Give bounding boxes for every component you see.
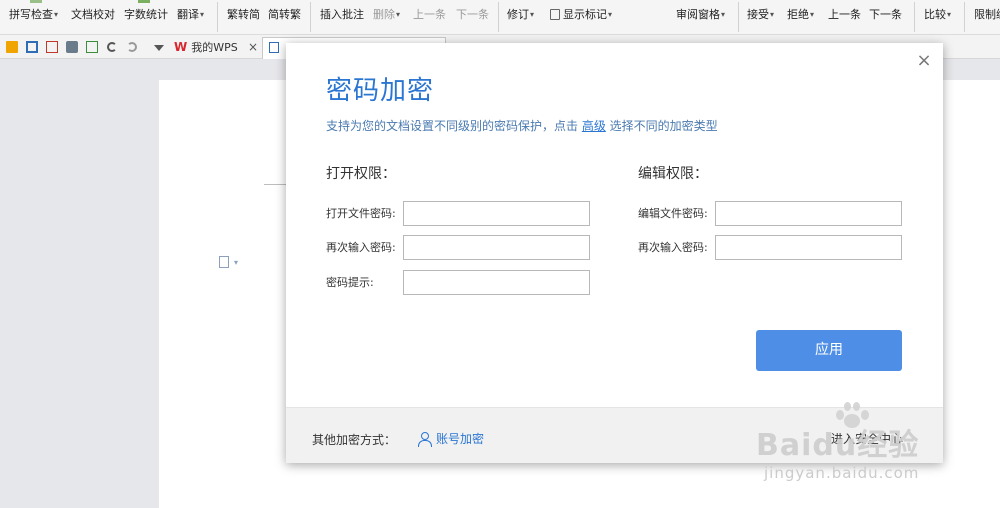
show-markup-button[interactable]: 显示标记▾ [550, 8, 612, 22]
compare-button[interactable]: 比较▾ [924, 8, 951, 22]
ribbon-separator [310, 2, 311, 32]
open-password-label: 打开文件密码: [326, 207, 396, 220]
edit-password-input[interactable] [715, 201, 902, 226]
revise-button[interactable]: 修订▾ [507, 8, 534, 22]
export-pdf-icon[interactable] [46, 41, 58, 53]
ribbon-separator [914, 2, 915, 32]
spellcheck-button[interactable]: 拼写检查▾ [9, 8, 58, 22]
password-hint-label: 密码提示: [326, 276, 374, 289]
paragraph-layout-caret-icon[interactable]: ▾ [234, 258, 238, 267]
ribbon-separator [964, 2, 965, 32]
print-icon[interactable] [66, 41, 78, 53]
markup-icon [550, 9, 560, 20]
account-encryption-link[interactable]: 账号加密 [418, 430, 484, 447]
dialog-description: 支持为您的文档设置不同级别的密码保护，点击 高级 选择不同的加密类型 [326, 119, 718, 133]
doc-proofread-button[interactable]: 文档校对 [71, 8, 115, 22]
watermark-logo: Baidu经验 [756, 428, 920, 463]
close-icon[interactable]: × [915, 52, 933, 70]
delete-comment-button[interactable]: 删除▾ [373, 8, 400, 22]
watermark-url: jingyan.baidu.com [764, 464, 920, 482]
accept-button[interactable]: 接受▾ [747, 8, 774, 22]
save-icon[interactable] [26, 41, 38, 53]
edit-confirm-input[interactable] [715, 235, 902, 260]
next-comment-button[interactable]: 下一条 [456, 8, 489, 22]
open-password-input[interactable] [403, 201, 590, 226]
password-hint-input[interactable] [403, 270, 590, 295]
ribbon-icon-stub [30, 0, 42, 3]
simp-to-trad-button[interactable]: 简转繁 [268, 8, 301, 22]
other-encryption-label: 其他加密方式： [312, 433, 397, 447]
next-change-button[interactable]: 下一条 [869, 8, 902, 22]
wps-logo-icon: W [174, 40, 188, 54]
review-pane-button[interactable]: 审阅窗格▾ [676, 8, 725, 22]
ribbon-toolbar: 拼写检查▾ 文档校对 字数统计 翻译▾ 繁转简 简转繁 插入批注 删除▾ 上一条… [0, 0, 1000, 35]
ribbon-separator [498, 2, 499, 32]
edit-password-label: 编辑文件密码: [638, 207, 708, 220]
page-corner-mark [264, 184, 288, 185]
insert-comment-button[interactable]: 插入批注 [320, 8, 364, 22]
edit-permission-heading: 编辑权限： [638, 166, 708, 182]
prev-change-button[interactable]: 上一条 [828, 8, 861, 22]
reject-button[interactable]: 拒绝▾ [787, 8, 814, 22]
advanced-link[interactable]: 高级 [582, 119, 606, 133]
tab-close-icon[interactable]: × [248, 40, 258, 54]
user-icon [418, 432, 432, 447]
dialog-title: 密码加密 [326, 76, 435, 106]
apply-button[interactable]: 应用 [756, 330, 902, 371]
redo-icon[interactable] [127, 42, 137, 52]
open-folder-icon[interactable] [6, 41, 18, 53]
ribbon-icon-stub [138, 0, 150, 3]
trad-to-simp-button[interactable]: 繁转简 [227, 8, 260, 22]
restrict-edit-button[interactable]: 限制编 [974, 8, 1000, 22]
open-confirm-label: 再次输入密码: [326, 241, 396, 254]
translate-button[interactable]: 翻译▾ [177, 8, 204, 22]
prev-comment-button[interactable]: 上一条 [413, 8, 446, 22]
paragraph-layout-icon[interactable] [219, 256, 229, 268]
tab-my-wps-label: 我的WPS [191, 41, 238, 54]
print-preview-icon[interactable] [86, 41, 98, 53]
baidu-watermark: Baidu经验 jingyan.baidu.com [752, 400, 1000, 508]
word-count-button[interactable]: 字数统计 [124, 8, 168, 22]
open-permission-heading: 打开权限： [326, 166, 396, 182]
document-icon [269, 42, 279, 53]
edit-confirm-label: 再次输入密码: [638, 241, 708, 254]
ribbon-separator [738, 2, 739, 32]
undo-icon[interactable] [107, 42, 117, 52]
open-confirm-input[interactable] [403, 235, 590, 260]
customize-dropdown-icon[interactable] [154, 45, 164, 51]
ribbon-separator [217, 2, 218, 32]
